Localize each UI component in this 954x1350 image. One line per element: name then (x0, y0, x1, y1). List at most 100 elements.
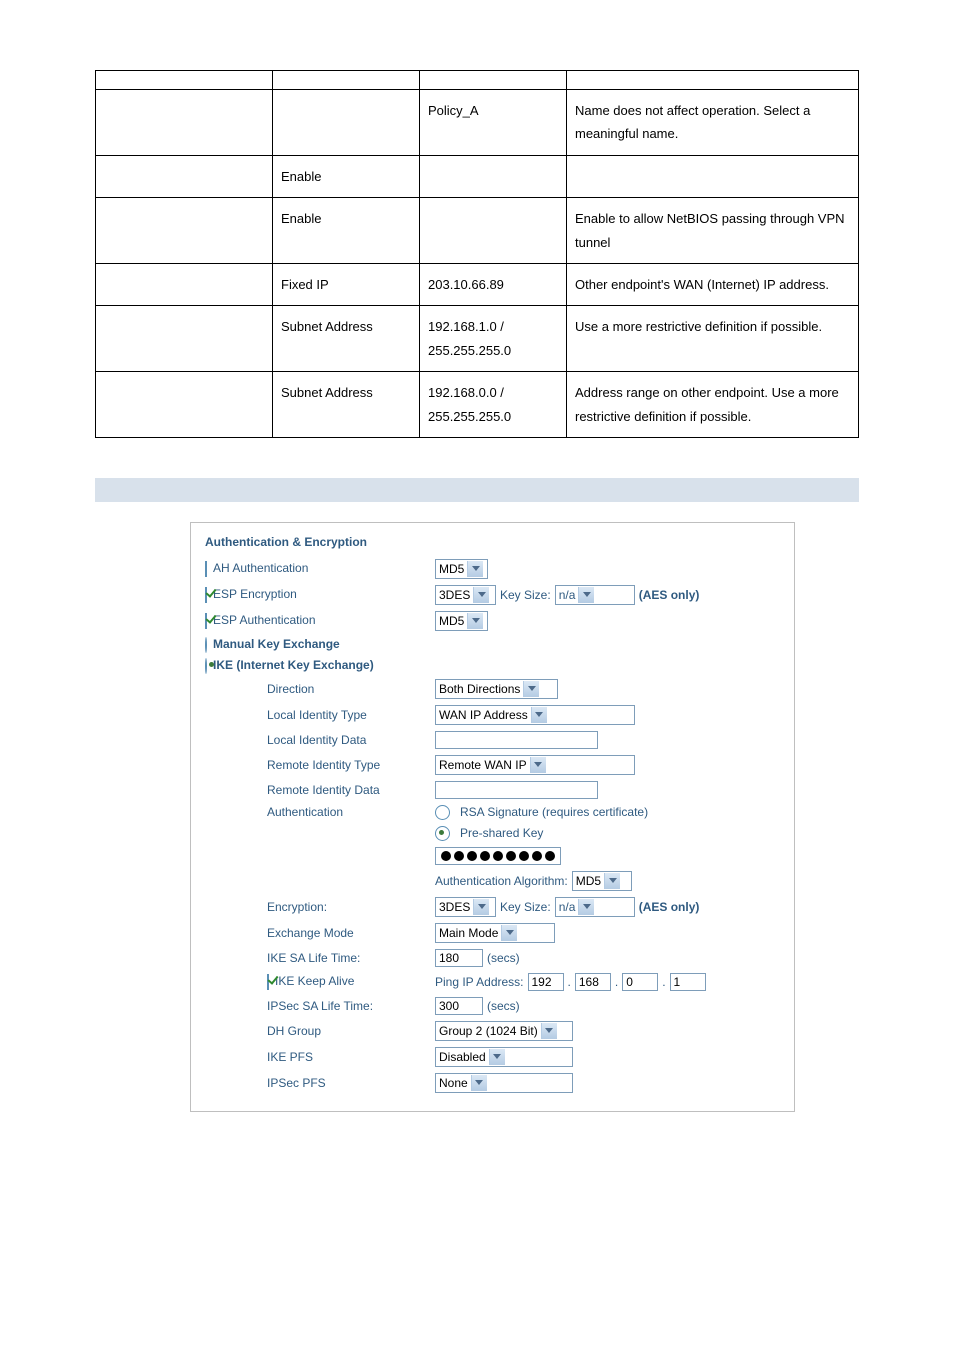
table-row: Fixed IP 203.10.66.89 Other endpoint's W… (96, 263, 859, 305)
encryption-select[interactable]: 3DES (435, 897, 496, 917)
chevron-down-icon (489, 1049, 505, 1065)
cell (567, 155, 859, 197)
chevron-down-icon (541, 1023, 557, 1039)
table-row: Subnet Address 192.168.1.0 / 255.255.255… (96, 306, 859, 372)
cell: Use a more restrictive definition if pos… (567, 306, 859, 372)
local-id-data-label: Local Identity Data (205, 733, 435, 747)
cell (567, 71, 859, 90)
esp-enc-select[interactable]: 3DES (435, 585, 496, 605)
ipsec-pfs-label: IPSec PFS (205, 1076, 435, 1090)
cell: Enable (273, 198, 420, 264)
ping-ip-2[interactable] (575, 973, 611, 991)
psk-input[interactable] (435, 847, 561, 865)
cell: Subnet Address (273, 306, 420, 372)
direction-select[interactable]: Both Directions (435, 679, 558, 699)
esp-auth-select[interactable]: MD5 (435, 611, 488, 631)
ah-auth-checkbox[interactable] (205, 561, 207, 577)
ike-radio[interactable] (205, 658, 207, 674)
ike-pfs-select[interactable]: Disabled (435, 1047, 573, 1067)
table-row (96, 71, 859, 90)
esp-auth-label: ESP Authentication (213, 613, 316, 627)
local-id-data-input[interactable] (435, 731, 598, 749)
psk-radio[interactable] (435, 826, 450, 841)
ping-ip-1[interactable] (528, 973, 564, 991)
secs-label2: (secs) (487, 999, 520, 1013)
chevron-down-icon (467, 613, 483, 629)
table-row: Enable Enable to allow NetBIOS passing t… (96, 198, 859, 264)
cell (273, 71, 420, 90)
cell (420, 198, 567, 264)
panel-title: Authentication & Encryption (205, 535, 780, 549)
dh-group-select[interactable]: Group 2 (1024 Bit) (435, 1021, 573, 1041)
manual-key-label: Manual Key Exchange (213, 637, 340, 651)
psk-label: Pre-shared Key (460, 826, 543, 840)
ipsec-sa-life-input[interactable] (435, 997, 483, 1015)
cell (96, 306, 273, 372)
cell: 192.168.1.0 / 255.255.255.0 (420, 306, 567, 372)
cell (96, 198, 273, 264)
remote-id-data-label: Remote Identity Data (205, 783, 435, 797)
ike-sa-life-input[interactable] (435, 949, 483, 967)
rsa-radio[interactable] (435, 805, 450, 820)
chevron-down-icon (501, 925, 517, 941)
cell (420, 71, 567, 90)
ah-auth-label: AH Authentication (213, 561, 308, 575)
aes-only-label: (AES only) (639, 588, 700, 602)
chevron-down-icon (473, 587, 489, 603)
cell (420, 155, 567, 197)
chevron-down-icon (523, 681, 539, 697)
cell: Address range on other endpoint. Use a m… (567, 372, 859, 438)
table-row: Policy_A Name does not affect operation.… (96, 90, 859, 156)
rsa-label: RSA Signature (requires certificate) (460, 805, 648, 819)
chevron-down-icon (467, 561, 483, 577)
chevron-down-icon (531, 707, 547, 723)
cell (96, 263, 273, 305)
cell: Other endpoint's WAN (Internet) IP addre… (567, 263, 859, 305)
table-row: Enable (96, 155, 859, 197)
chevron-down-icon (578, 587, 594, 603)
local-id-type-select[interactable]: WAN IP Address (435, 705, 635, 725)
key-size-select[interactable]: n/a (555, 585, 635, 605)
chevron-down-icon (604, 873, 620, 889)
cell (96, 372, 273, 438)
cell: 192.168.0.0 / 255.255.255.0 (420, 372, 567, 438)
key-size-label2: Key Size: (500, 900, 551, 914)
direction-label: Direction (205, 682, 435, 696)
ping-ip-label: Ping IP Address: (435, 975, 524, 989)
manual-key-radio[interactable] (205, 637, 207, 653)
section-bar (95, 478, 859, 502)
aes-only-label2: (AES only) (639, 900, 700, 914)
chevron-down-icon (578, 899, 594, 915)
chevron-down-icon (471, 1075, 487, 1091)
table-row: Subnet Address 192.168.0.0 / 255.255.255… (96, 372, 859, 438)
ah-auth-select[interactable]: MD5 (435, 559, 488, 579)
remote-id-type-label: Remote Identity Type (205, 758, 435, 772)
remote-id-type-select[interactable]: Remote WAN IP (435, 755, 635, 775)
cell: Enable to allow NetBIOS passing through … (567, 198, 859, 264)
key-size-select2[interactable]: n/a (555, 897, 635, 917)
esp-enc-checkbox[interactable] (205, 587, 207, 603)
exchange-mode-select[interactable]: Main Mode (435, 923, 555, 943)
ike-pfs-label: IKE PFS (205, 1050, 435, 1064)
ipsec-pfs-select[interactable]: None (435, 1073, 573, 1093)
auth-algo-select[interactable]: MD5 (572, 871, 632, 891)
remote-id-data-input[interactable] (435, 781, 598, 799)
ping-ip-4[interactable] (670, 973, 706, 991)
encryption-label: Encryption: (205, 900, 435, 914)
local-id-type-label: Local Identity Type (205, 708, 435, 722)
cell: Subnet Address (273, 372, 420, 438)
chevron-down-icon (473, 899, 489, 915)
esp-enc-label: ESP Encryption (213, 587, 297, 601)
exchange-mode-label: Exchange Mode (205, 926, 435, 940)
ike-keepalive-checkbox[interactable] (267, 974, 269, 990)
settings-table: Policy_A Name does not affect operation.… (95, 70, 859, 438)
auth-algo-label: Authentication Algorithm: (435, 874, 568, 888)
cell (96, 71, 273, 90)
cell: Fixed IP (273, 263, 420, 305)
dh-group-label: DH Group (205, 1024, 435, 1038)
key-size-label: Key Size: (500, 588, 551, 602)
secs-label: (secs) (487, 951, 520, 965)
ping-ip-3[interactable] (622, 973, 658, 991)
esp-auth-checkbox[interactable] (205, 613, 207, 629)
auth-label: Authentication (205, 805, 435, 819)
